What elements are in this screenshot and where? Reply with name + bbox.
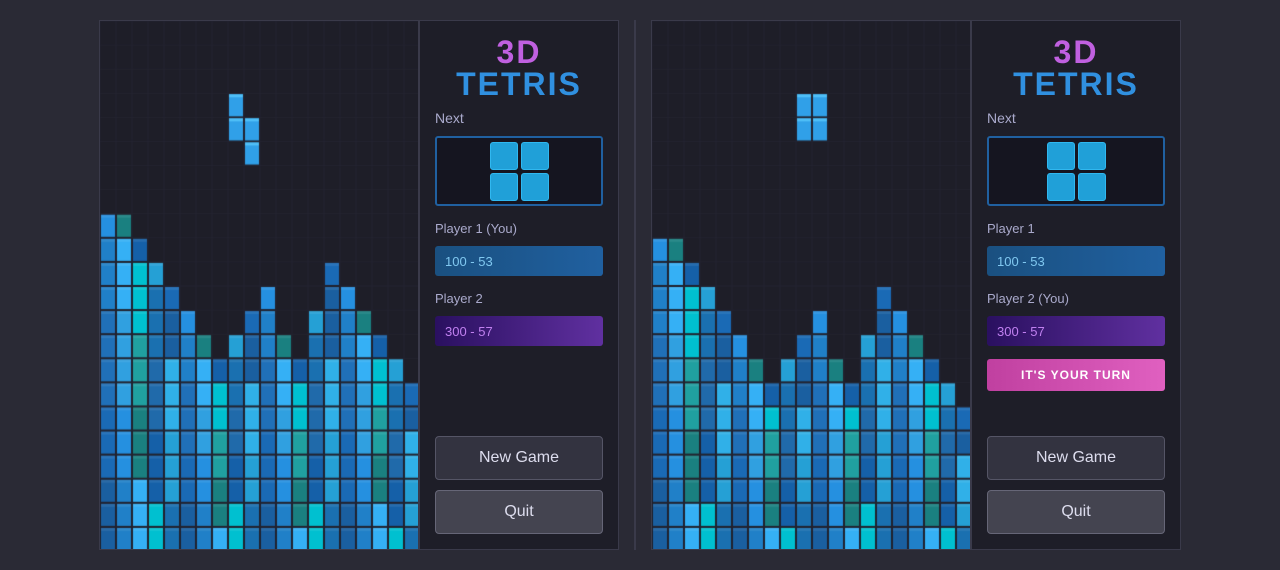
next-cell [521,142,549,170]
new-game-button-1[interactable]: New Game [435,436,603,480]
title-block-2: 3D TETRIS [1013,36,1139,100]
game-wrapper: 3D TETRIS Next Player 1 (You) 100 - 53 P… [0,0,1280,570]
next-piece-1 [490,142,549,201]
title-tetris-2: TETRIS [1013,68,1139,100]
quit-button-2[interactable]: Quit [987,490,1165,534]
title-3d-1: 3D [456,36,582,68]
next-label-2: Next [987,110,1016,126]
player1-label-2: Player 1 [987,221,1035,236]
new-game-button-2[interactable]: New Game [987,436,1165,480]
next-cell [521,173,549,201]
next-cell [1047,142,1075,170]
side-panel-2: 3D TETRIS Next Player 1 100 - 53 Player … [971,20,1181,550]
next-cell [1078,142,1106,170]
player2-label-1: Player 2 [435,291,483,306]
player2-label-2: Player 2 (You) [987,291,1069,306]
game-instance-1: 3D TETRIS Next Player 1 (You) 100 - 53 P… [99,20,619,550]
player2-score-2: 300 - 57 [987,316,1165,346]
player1-label-1: Player 1 (You) [435,221,517,236]
board-2 [651,20,971,550]
divider [634,20,636,550]
next-cell [490,142,518,170]
side-panel-1: 3D TETRIS Next Player 1 (You) 100 - 53 P… [419,20,619,550]
next-preview-1 [435,136,603,206]
your-turn-bar: IT'S YOUR TURN [987,359,1165,391]
title-3d-2: 3D [1013,36,1139,68]
next-cell [490,173,518,201]
player1-score-1: 100 - 53 [435,246,603,276]
next-cell [1078,173,1106,201]
title-block-1: 3D TETRIS [456,36,582,100]
board-1 [99,20,419,550]
title-tetris-1: TETRIS [456,68,582,100]
player1-score-2: 100 - 53 [987,246,1165,276]
game-instance-2: 3D TETRIS Next Player 1 100 - 53 Player … [651,20,1181,550]
next-piece-2 [1047,142,1106,201]
next-preview-2 [987,136,1165,206]
quit-button-1[interactable]: Quit [435,490,603,534]
next-label-1: Next [435,110,464,126]
player2-score-1: 300 - 57 [435,316,603,346]
next-cell [1047,173,1075,201]
